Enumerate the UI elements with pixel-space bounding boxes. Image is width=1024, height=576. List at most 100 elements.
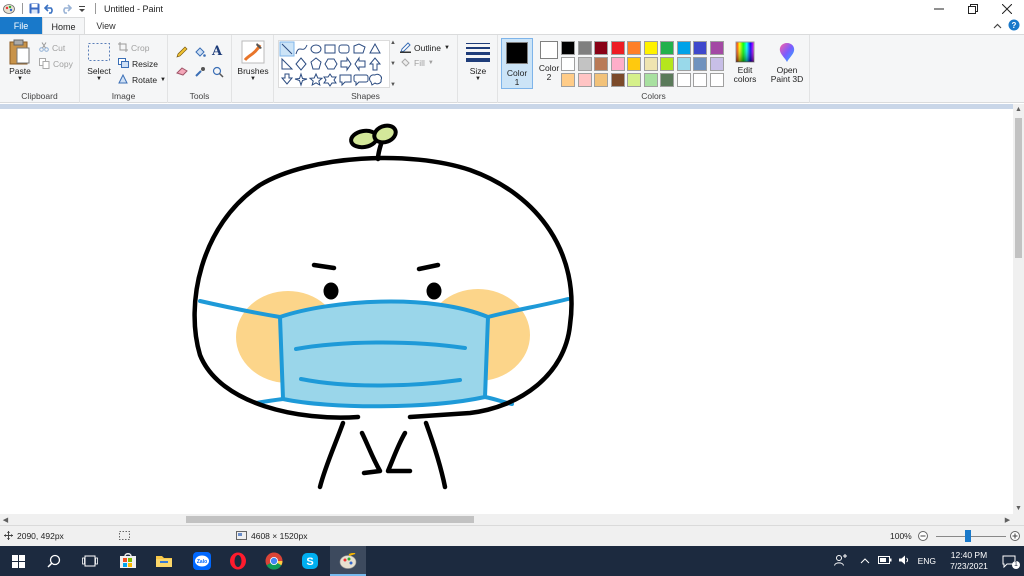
taskbar-zalo[interactable]: Zalo bbox=[184, 546, 220, 576]
redo-icon[interactable] bbox=[59, 2, 73, 16]
horizontal-scroll-thumb[interactable] bbox=[186, 516, 474, 523]
palette-color-1[interactable] bbox=[561, 41, 575, 55]
open-paint3d-button[interactable]: Open Paint 3D bbox=[768, 38, 806, 84]
palette-color-26[interactable] bbox=[643, 73, 658, 87]
scroll-right-icon[interactable]: ▶ bbox=[1002, 514, 1013, 525]
collapse-ribbon-icon[interactable] bbox=[993, 21, 1002, 31]
shapes-scroll-up-icon[interactable]: ▲ bbox=[390, 40, 396, 46]
shapes-scroll[interactable]: ▲ ▼ ▼ bbox=[390, 40, 396, 88]
brushes-button[interactable]: Brushes ▼ bbox=[236, 38, 270, 82]
start-button[interactable] bbox=[0, 546, 36, 576]
outline-button[interactable]: Outline ▼ bbox=[400, 41, 450, 55]
palette-color-2[interactable] bbox=[577, 41, 592, 55]
restore-button[interactable] bbox=[956, 0, 990, 17]
palette-color-10[interactable] bbox=[709, 41, 724, 55]
color1-button[interactable]: Color 1 bbox=[501, 38, 533, 89]
cut-button[interactable]: Cut bbox=[39, 41, 65, 55]
palette-color-9[interactable] bbox=[693, 41, 707, 55]
close-button[interactable] bbox=[990, 0, 1024, 17]
paste-dropdown-icon[interactable]: ▼ bbox=[17, 76, 23, 82]
copy-button[interactable]: Copy bbox=[39, 57, 73, 71]
text-tool-icon[interactable]: A bbox=[212, 44, 222, 59]
zoom-out-button[interactable] bbox=[918, 526, 928, 546]
rotate-dropdown-icon[interactable]: ▼ bbox=[160, 77, 166, 83]
palette-color-27[interactable] bbox=[660, 73, 674, 87]
show-hidden-icons-icon[interactable] bbox=[860, 556, 870, 566]
shapes-scroll-down-icon[interactable]: ▼ bbox=[390, 61, 396, 67]
palette-color-13[interactable] bbox=[594, 57, 608, 71]
vertical-scroll-thumb[interactable] bbox=[1015, 118, 1022, 258]
search-button[interactable] bbox=[36, 546, 72, 576]
edit-colors-button[interactable]: Edit colors bbox=[730, 38, 760, 84]
palette-color-28[interactable] bbox=[676, 73, 691, 87]
palette-color-20[interactable] bbox=[709, 57, 724, 71]
rotate-button[interactable]: Rotate ▼ bbox=[118, 73, 166, 87]
taskbar-skype[interactable]: S bbox=[292, 546, 328, 576]
palette-color-16[interactable] bbox=[643, 57, 658, 71]
undo-icon[interactable] bbox=[43, 2, 57, 16]
palette-color-15[interactable] bbox=[627, 57, 641, 71]
palette-color-18[interactable] bbox=[676, 57, 691, 71]
minimize-button[interactable] bbox=[922, 0, 956, 17]
palette-color-8[interactable] bbox=[676, 41, 691, 55]
resize-button[interactable]: Resize bbox=[118, 57, 158, 71]
save-icon[interactable] bbox=[27, 2, 41, 16]
taskbar-file-explorer[interactable] bbox=[146, 546, 182, 576]
outline-dropdown-icon[interactable]: ▼ bbox=[444, 45, 450, 51]
palette-color-11[interactable] bbox=[561, 57, 575, 71]
tab-view[interactable]: View bbox=[86, 17, 126, 35]
palette-color-25[interactable] bbox=[627, 73, 641, 87]
customize-qat-icon[interactable] bbox=[75, 2, 89, 16]
color-picker-icon[interactable] bbox=[194, 66, 206, 80]
palette-color-23[interactable] bbox=[594, 73, 608, 87]
brushes-dropdown-icon[interactable]: ▼ bbox=[250, 76, 256, 82]
battery-icon[interactable] bbox=[877, 555, 892, 567]
zoom-slider-track[interactable] bbox=[936, 536, 1006, 537]
language-indicator[interactable]: ENG bbox=[918, 556, 936, 566]
paint-app-icon[interactable] bbox=[2, 2, 16, 16]
palette-color-30[interactable] bbox=[709, 73, 724, 87]
palette-color-24[interactable] bbox=[610, 73, 625, 87]
eraser-icon[interactable] bbox=[176, 66, 188, 78]
people-icon[interactable] bbox=[833, 554, 848, 568]
task-view-button[interactable] bbox=[72, 546, 108, 576]
tab-file[interactable]: File bbox=[0, 17, 42, 35]
palette-color-22[interactable] bbox=[577, 73, 592, 87]
action-center-button[interactable]: 1 bbox=[994, 555, 1024, 569]
palette-color-4[interactable] bbox=[610, 41, 625, 55]
taskbar-opera[interactable] bbox=[220, 546, 256, 576]
zoom-in-button[interactable] bbox=[1010, 526, 1020, 546]
palette-color-19[interactable] bbox=[693, 57, 707, 71]
palette-color-12[interactable] bbox=[577, 57, 592, 71]
scroll-down-icon[interactable]: ▼ bbox=[1013, 503, 1024, 514]
paste-button[interactable]: Paste ▼ bbox=[5, 38, 35, 82]
shapes-expand-icon[interactable]: ▼ bbox=[390, 82, 396, 88]
magnifier-icon[interactable] bbox=[212, 66, 224, 80]
horizontal-scrollbar[interactable]: ◀ ▶ bbox=[0, 514, 1013, 525]
palette-color-21[interactable] bbox=[561, 73, 575, 87]
taskbar-app-store[interactable] bbox=[110, 546, 146, 576]
tab-home[interactable]: Home bbox=[42, 17, 85, 35]
palette-color-3[interactable] bbox=[594, 41, 608, 55]
palette-color-29[interactable] bbox=[693, 73, 707, 87]
palette-color-17[interactable] bbox=[660, 57, 674, 71]
fill-button[interactable]: Fill ▼ bbox=[400, 56, 434, 70]
vertical-scrollbar[interactable]: ▲ ▼ bbox=[1013, 104, 1024, 514]
taskbar-chrome[interactable] bbox=[256, 546, 292, 576]
pencil-icon[interactable] bbox=[176, 46, 188, 60]
palette-color-7[interactable] bbox=[660, 41, 674, 55]
size-dropdown-icon[interactable]: ▼ bbox=[475, 76, 481, 82]
drawing-canvas[interactable] bbox=[0, 109, 1013, 514]
scroll-up-icon[interactable]: ▲ bbox=[1013, 104, 1024, 115]
palette-color-14[interactable] bbox=[610, 57, 625, 71]
palette-color-5[interactable] bbox=[627, 41, 641, 55]
select-button[interactable]: Select ▼ bbox=[84, 38, 114, 82]
fill-dropdown-icon[interactable]: ▼ bbox=[428, 60, 434, 66]
help-icon[interactable]: ? bbox=[1008, 19, 1020, 33]
scroll-left-icon[interactable]: ◀ bbox=[0, 514, 11, 525]
volume-icon[interactable] bbox=[898, 555, 910, 567]
crop-button[interactable]: Crop bbox=[118, 41, 149, 55]
palette-color-6[interactable] bbox=[643, 41, 658, 55]
taskbar-paint[interactable] bbox=[330, 546, 366, 576]
fill-bucket-icon[interactable] bbox=[194, 46, 206, 60]
